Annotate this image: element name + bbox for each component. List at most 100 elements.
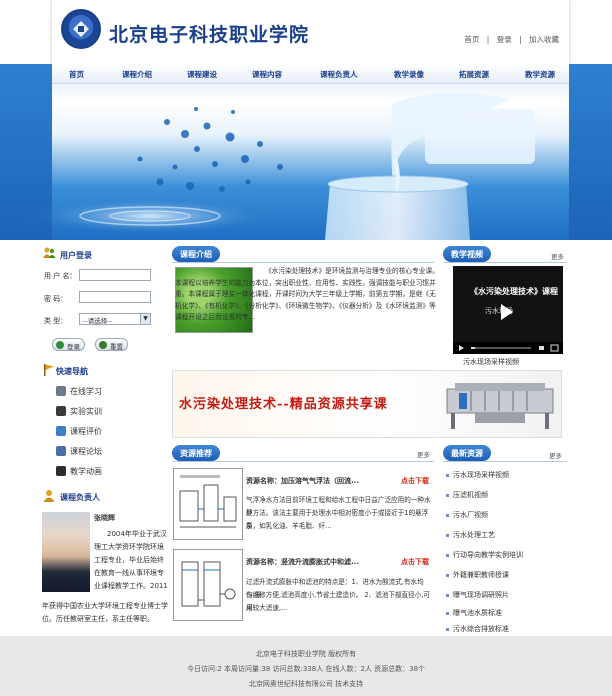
tab-resources[interactable]: 资源推荐 [172, 445, 220, 461]
quick-nav-item-lab[interactable]: 实验实训 [56, 406, 102, 417]
resource-download-link[interactable]: 点击下载 [401, 557, 429, 567]
toplink-favorite[interactable]: 加入收藏 [529, 35, 559, 44]
latest-resource-item[interactable]: 曝气现场调研照片 [446, 590, 509, 600]
resource-thumbnail[interactable] [173, 468, 243, 540]
video-player[interactable]: 《水污染处理技术》课程 污水现场 [453, 266, 563, 354]
evaluation-icon [56, 426, 66, 436]
nav-item-course-owner[interactable]: 课程负责人 [320, 69, 358, 80]
owner-bio-line: 业课程教学工作。2011 [94, 582, 168, 590]
toplink-separator: | [519, 35, 522, 44]
process-diagram-image [181, 561, 236, 607]
latest-more-link[interactable]: 更多 [549, 450, 562, 460]
course-banner[interactable]: 水污染处理技术--精品资源共享课 [172, 370, 562, 438]
bullet-icon [446, 611, 449, 615]
latest-resource-label: 曝气池水质标准 [453, 609, 502, 617]
process-diagram-image [179, 475, 237, 528]
nav-item-teaching[interactable]: 教学资源 [525, 69, 555, 80]
tab-course-intro[interactable]: 课程介绍 [172, 246, 220, 262]
latest-resource-label: 外籍兼职教师授课 [453, 571, 509, 579]
flag-icon [44, 364, 54, 376]
bullet-icon [446, 473, 449, 477]
water-splash-illustration [30, 92, 535, 240]
latest-resource-item[interactable]: 污水厂视频 [446, 510, 488, 520]
hero-banner [0, 64, 612, 240]
logo-emblem-icon [73, 21, 89, 37]
password-label: 密 码： [44, 295, 68, 303]
reset-button-label: 重置 [110, 343, 123, 351]
monitor-icon [56, 386, 66, 396]
toplink-login[interactable]: 登录 [497, 35, 512, 44]
tab-teaching-video[interactable]: 教学视频 [443, 246, 491, 262]
owner-name: 张晓辉 [94, 514, 115, 522]
owner-bio-line: 在教育一线从事环境专 [94, 569, 164, 577]
nav-item-course-content[interactable]: 课程内容 [252, 69, 282, 80]
user-group-icon [43, 247, 56, 258]
login-icon [56, 341, 64, 349]
latest-resource-item[interactable]: 压滤机视频 [446, 490, 488, 500]
latest-resource-label: 污水处理工艺 [453, 531, 495, 539]
quick-nav-item-animation[interactable]: 教学动画 [56, 466, 102, 477]
bullet-icon [446, 513, 449, 517]
owner-bio-line: 位。历任教研室主任，系主任等职。 [42, 615, 154, 623]
site-title: 北京电子科技职业学院 [109, 24, 310, 46]
school-logo [61, 9, 101, 49]
latest-resource-item[interactable]: 曝气池水质标准 [446, 608, 502, 618]
video-controls[interactable] [453, 342, 563, 354]
login-button-label: 登录 [67, 343, 80, 351]
toplink-home[interactable]: 首页 [464, 35, 479, 44]
latest-resource-item[interactable]: 外籍兼职教师授课 [446, 570, 509, 580]
latest-resource-label: 曝气现场调研照片 [453, 591, 509, 599]
quick-nav-label: 实验实训 [70, 407, 102, 416]
owner-bio-line: 2004年毕业于武汉 [107, 530, 167, 538]
nav-item-extended[interactable]: 拓展资源 [459, 69, 489, 80]
latest-resource-item[interactable]: 污水现场采样视频 [446, 470, 509, 480]
quick-nav-item-online-study[interactable]: 在线学习 [56, 386, 102, 397]
play-icon[interactable] [501, 304, 513, 320]
quick-nav-item-evaluation[interactable]: 课程评价 [56, 426, 102, 437]
latest-resource-label: 行动导向教学实例培训 [453, 551, 523, 559]
latest-resource-item[interactable]: 行动导向教学实例培训 [446, 550, 523, 560]
password-input[interactable] [79, 291, 151, 303]
quick-nav-heading: 快速导航 [56, 367, 88, 376]
footer-copyright: 北京电子科技职业学院 版权所有 [255, 650, 357, 658]
latest-resource-item[interactable]: 污水处理工艺 [446, 530, 495, 540]
quick-nav-label: 课程评价 [70, 427, 102, 436]
tab-latest-resources[interactable]: 最新资源 [443, 445, 491, 461]
owner-bio-line: 理工大学资环学院环境 [94, 543, 164, 551]
owner-heading: 课程负责人 [60, 493, 100, 502]
nav-item-home[interactable]: 首页 [69, 69, 84, 80]
user-type-selected: --请选择-- [83, 317, 112, 325]
chevron-down-icon: ▼ [140, 314, 150, 324]
latest-resource-label: 污水厂视频 [453, 511, 488, 519]
video-more-link[interactable]: 更多 [551, 251, 564, 261]
course-banner-text: 水污染处理技术--精品资源共享课 [179, 397, 388, 412]
footer-support: 北京网奥世纪科技有限公司 技术支持 [248, 680, 364, 688]
forum-icon [56, 446, 66, 456]
resource-download-link[interactable]: 点击下载 [401, 476, 429, 486]
nav-item-course-construction[interactable]: 课程建设 [187, 69, 217, 80]
reset-icon [99, 341, 107, 349]
reset-button[interactable]: 重置 [95, 338, 128, 351]
quick-nav-label: 在线学习 [70, 387, 102, 396]
bullet-icon [446, 593, 449, 597]
user-type-select[interactable]: --请选择-- ▼ [79, 313, 151, 325]
quick-nav-item-forum[interactable]: 课程论坛 [56, 446, 102, 457]
username-label: 用 户 名： [44, 272, 77, 280]
resource-desc-line: 用较大滤速,... [246, 604, 288, 612]
login-button[interactable]: 登录 [52, 338, 85, 351]
video-caption[interactable]: 污水现场采样视频 [463, 357, 519, 367]
resource-thumbnail[interactable] [173, 549, 243, 621]
divider [443, 262, 567, 263]
resource-title[interactable]: 资源名称：竖流升流膨胀式中和滤... [246, 557, 359, 567]
resource-desc-line: 质，如乳化油、羊毛脂、纤... [246, 522, 332, 530]
latest-resource-item[interactable]: 污水综合排放标准 [446, 624, 509, 634]
resources-more-link[interactable]: 更多 [417, 449, 430, 459]
latest-resource-label: 污水现场采样视频 [453, 471, 509, 479]
resource-title[interactable]: 资源名称：加压溶气气浮法（回流... [246, 476, 359, 486]
username-input[interactable] [79, 269, 151, 281]
nav-item-course-intro[interactable]: 课程介绍 [122, 69, 152, 80]
nav-item-video[interactable]: 教学录像 [394, 69, 424, 80]
latest-resource-label: 污水综合排放标准 [453, 625, 509, 633]
filter-press-machine-image [446, 383, 554, 429]
latest-resource-label: 压滤机视频 [453, 491, 488, 499]
